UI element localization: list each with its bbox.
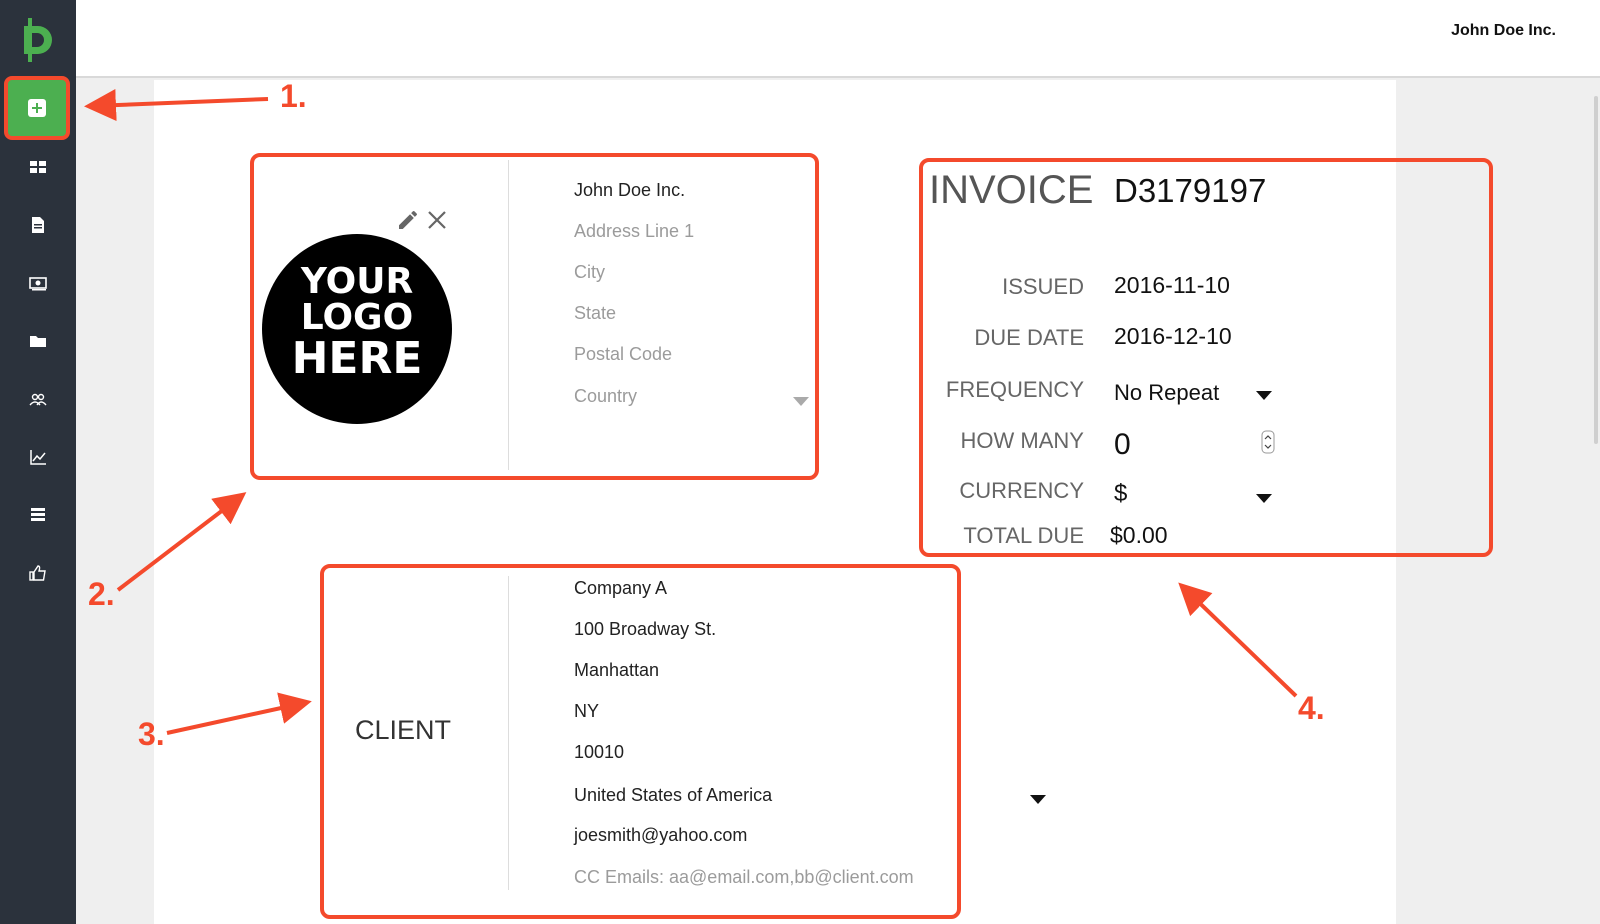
cc-emails-field[interactable]: CC Emails: aa@email.com,bb@client.com (574, 867, 914, 888)
sidebar-item-payments[interactable] (0, 254, 76, 312)
chart-icon (30, 450, 46, 465)
sender-name-field[interactable]: John Doe Inc. (574, 180, 685, 201)
new-invoice-button[interactable] (4, 76, 70, 140)
client-address-field[interactable]: 100 Broadway St. (574, 619, 716, 640)
sidebar-item-feedback[interactable] (0, 544, 76, 602)
callout-label: 1. (280, 78, 307, 114)
frequency-label: FREQUENCY (945, 377, 1084, 402)
city-field[interactable]: City (574, 262, 605, 283)
total-due-label: TOTAL DUE (963, 523, 1084, 548)
sidebar-item-clients[interactable] (0, 370, 76, 428)
total-due-value: $0.00 (1110, 522, 1168, 548)
sidebar (0, 0, 76, 924)
how-many-label: HOW MANY (960, 428, 1084, 453)
close-icon[interactable] (426, 209, 448, 231)
state-field[interactable]: State (574, 303, 616, 324)
client-city-field[interactable]: Manhattan (574, 660, 659, 681)
sidebar-item-invoices[interactable] (0, 196, 76, 254)
add-invoice-icon (28, 99, 46, 117)
divider (508, 576, 509, 890)
issued-label: ISSUED (1002, 274, 1084, 299)
currency-label: CURRENCY (959, 478, 1084, 503)
dashboard-grid-icon (30, 161, 46, 173)
money-icon (29, 277, 47, 291)
edit-pencil-icon[interactable] (396, 208, 420, 232)
logo-text-line: YOUR (300, 261, 414, 302)
client-label: CLIENT (355, 715, 452, 745)
chevron-down-icon[interactable] (793, 397, 809, 406)
number-stepper-icon[interactable] (1261, 430, 1275, 454)
address-line-1-field[interactable]: Address Line 1 (574, 221, 694, 242)
folder-icon (30, 336, 46, 347)
invoice-title: INVOICE (929, 168, 1094, 212)
thumbs-up-icon (29, 565, 46, 581)
client-email-field[interactable]: joesmith@yahoo.com (574, 825, 747, 846)
users-icon (29, 393, 47, 406)
client-postal-field[interactable]: 10010 (574, 742, 624, 763)
chevron-down-icon[interactable] (1030, 795, 1046, 804)
client-state-field[interactable]: NY (574, 701, 599, 722)
list-icon (31, 508, 45, 521)
frequency-select[interactable]: No Repeat (1114, 380, 1219, 406)
logo-text-line: HERE (291, 333, 423, 384)
due-date-label: DUE DATE (974, 325, 1084, 350)
sidebar-item-dashboard[interactable] (0, 138, 76, 196)
logo-placeholder[interactable]: YOUR LOGO HERE (262, 234, 452, 424)
scrollbar[interactable] (1594, 96, 1598, 444)
callout-label: 2. (88, 576, 115, 612)
company-name[interactable]: John Doe Inc. (1451, 22, 1556, 40)
divider (508, 160, 509, 470)
due-date-field[interactable]: 2016-12-10 (1114, 323, 1232, 350)
document-icon (32, 217, 44, 233)
sidebar-item-items[interactable] (0, 486, 76, 544)
client-name-field[interactable]: Company A (574, 578, 667, 599)
chevron-down-icon[interactable] (1256, 494, 1272, 503)
callout-label: 3. (138, 716, 165, 752)
sidebar-item-reports[interactable] (0, 428, 76, 486)
chevron-down-icon[interactable] (1256, 391, 1272, 400)
invoice-number[interactable]: D3179197 (1114, 172, 1266, 210)
postal-code-field[interactable]: Postal Code (574, 344, 672, 365)
country-select[interactable]: Country (574, 386, 637, 407)
callout-label: 4. (1298, 690, 1325, 726)
issued-date-field[interactable]: 2016-11-10 (1114, 272, 1230, 299)
currency-select[interactable]: $ (1114, 480, 1127, 508)
brand-d-icon[interactable] (18, 18, 56, 62)
sidebar-item-projects[interactable] (0, 312, 76, 370)
logo-text-line: LOGO (300, 297, 414, 338)
top-bar: John Doe Inc. (76, 0, 1600, 78)
client-country-select[interactable]: United States of America (574, 785, 772, 806)
how-many-field[interactable]: 0 (1114, 428, 1131, 462)
